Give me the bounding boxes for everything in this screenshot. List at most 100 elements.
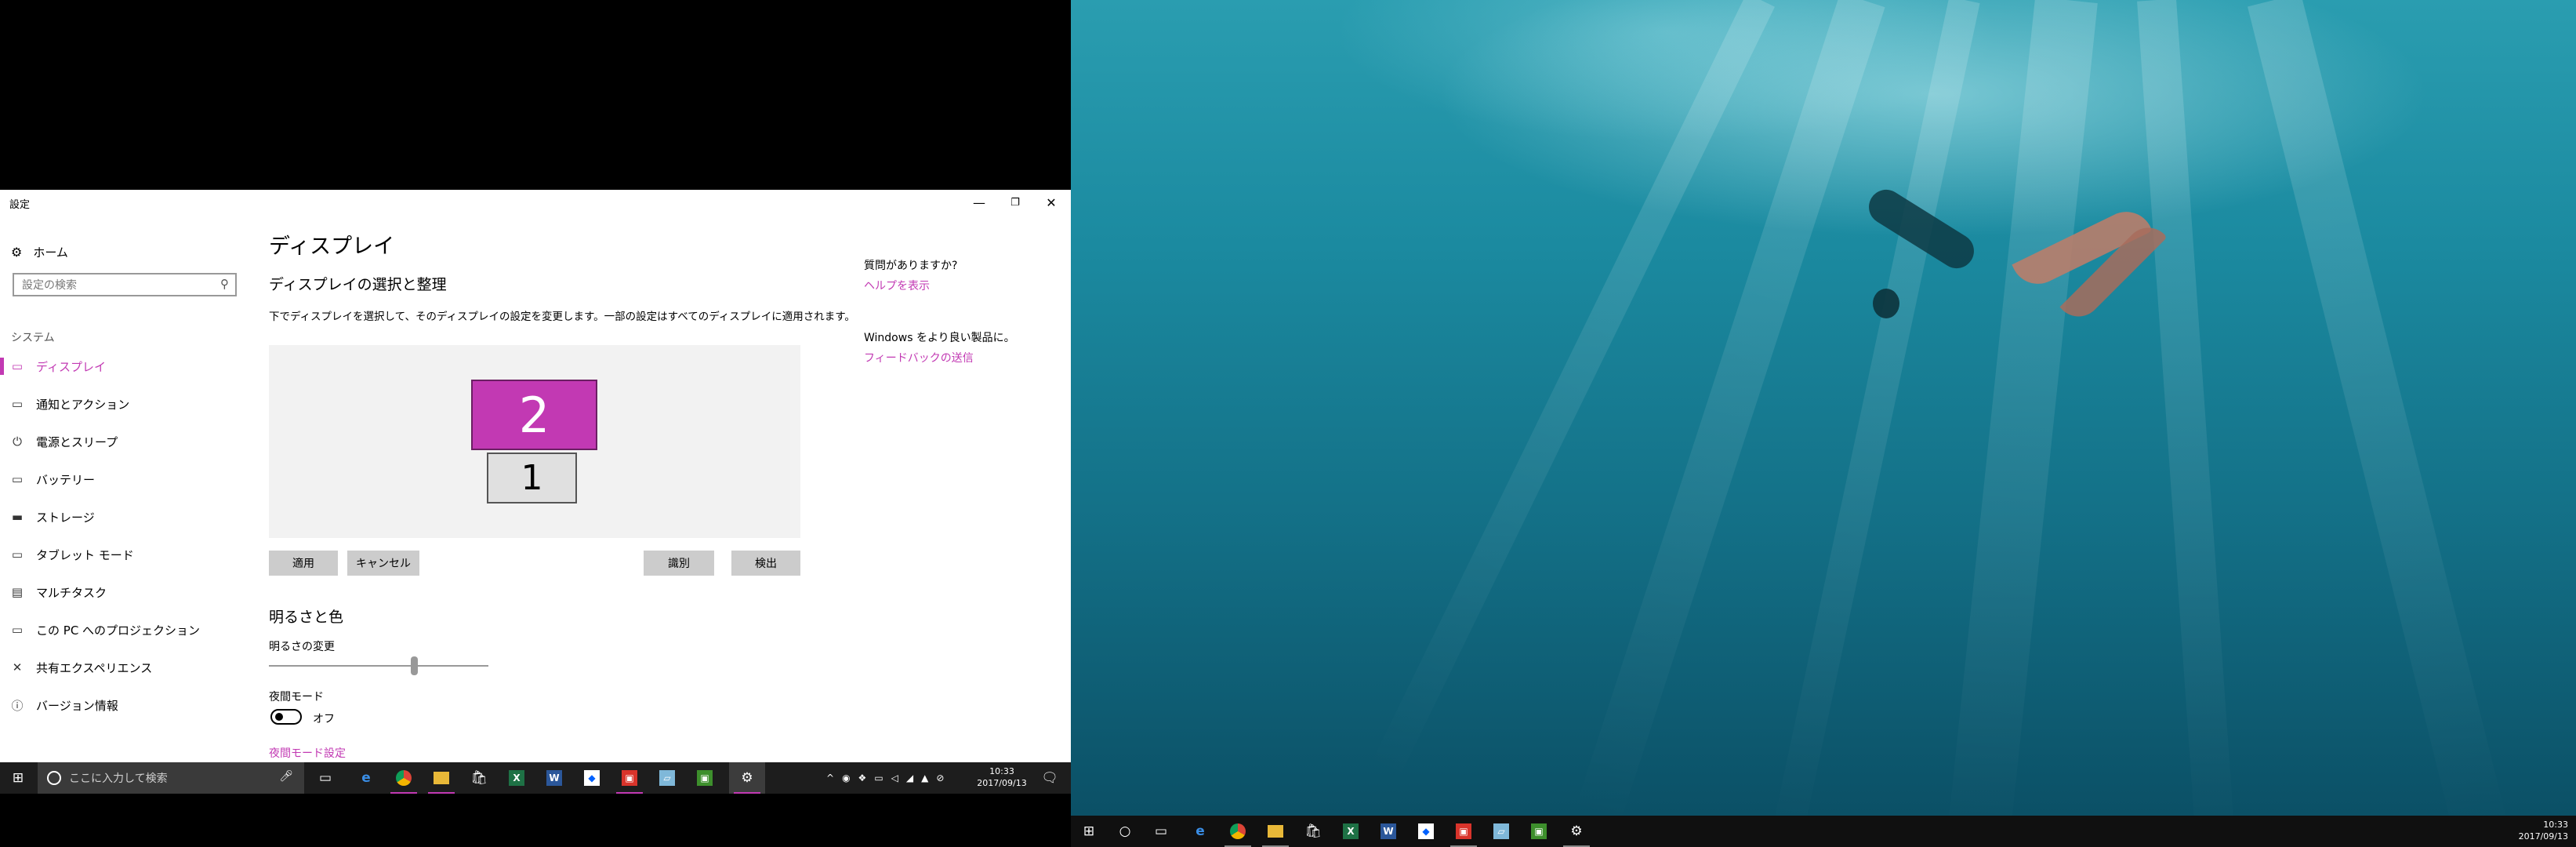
taskbar-excel-secondary[interactable]: X [1333,816,1369,847]
taskbar-file-explorer-secondary[interactable] [1257,816,1293,847]
sidebar-item-notifications[interactable]: ▭ 通知とアクション [0,391,259,417]
taskbar-app-paper-secondary[interactable]: ▱ [1483,816,1519,847]
tray-drive-icon[interactable]: ▲ [921,772,928,783]
sidebar-item-label: ディスプレイ [36,359,106,374]
monitor-1-number: 1 [521,458,543,498]
action-center-button[interactable]: 🗨︎ [1032,762,1068,794]
taskbar-secondary: ⊞ ○ ▭ e 🛍︎ X W ◆ ▣ ▱ ▣ ⚙ 10:33 2017/09/1… [1071,816,2576,847]
sidebar-item-label: マルチタスク [36,585,107,600]
word-icon: W [546,770,562,786]
sidebar-item-projection[interactable]: ▭ この PC へのプロジェクション [0,616,259,643]
sidebar-item-about[interactable]: ⓘ バージョン情報 [0,692,259,718]
chrome-icon [1230,823,1246,839]
tray-dropbox-icon[interactable]: ❖ [858,772,867,783]
sidebar-item-power[interactable]: ⏻ 電源とスリープ [0,428,259,455]
taskbar-settings-secondary[interactable]: ⚙ [1558,816,1595,847]
sidebar-item-battery[interactable]: ▭ バッテリー [0,466,259,493]
brightness-slider-track[interactable] [269,665,488,667]
clock-time: 10:33 [2543,820,2568,830]
tray-misc-icon[interactable]: ⊘ [936,772,944,783]
taskbar-primary: ⊞ ここに入力して検索 🎤︎ ▭ e 🛍︎ X W ◆ ▣ ▱ ▣ ⚙ ^ ◉ … [0,762,1071,794]
light-ray [2137,0,2237,847]
sidebar-item-display[interactable]: ▭ ディスプレイ [0,353,259,380]
taskbar-store-secondary[interactable]: 🛍︎ [1295,816,1331,847]
taskbar-settings[interactable]: ⚙ [729,762,765,794]
apply-button[interactable]: 適用 [269,551,338,576]
sidebar-item-tablet-mode[interactable]: ▭ タブレット モード [0,541,259,568]
dropbox-icon: ◆ [584,770,600,786]
clock-date: 2017/09/13 [2518,831,2568,842]
taskbar-word[interactable]: W [536,762,572,794]
start-button[interactable]: ⊞ [0,762,36,794]
monitor-1-tile[interactable]: 1 [487,453,577,503]
taskbar-file-explorer[interactable] [423,762,459,794]
home-button[interactable]: ⚙ ホーム [11,242,68,262]
action-center-icon: 🗨︎ [1041,770,1058,786]
sidebar-item-storage[interactable]: ▬ ストレージ [0,503,259,530]
taskbar-chrome[interactable] [386,762,422,794]
minimize-button[interactable]: — [961,190,997,215]
paper-icon: ▱ [1493,823,1509,839]
night-mode-settings-link[interactable]: 夜間モード設定 [269,745,346,761]
title-bar: 設定 — ❐ ✕ [0,190,1071,215]
folder-icon [434,772,449,784]
task-view-button[interactable]: ▭ [307,762,343,794]
microphone-icon: 🎤︎ [279,770,293,783]
task-view-icon: ▭ [318,770,332,786]
taskbar-clock-secondary[interactable]: 10:33 2017/09/13 [2519,819,2568,842]
brightness-slider-thumb[interactable] [411,656,418,675]
info-icon: ⓘ [11,698,24,713]
night-mode-state: オフ [313,713,335,725]
volume-icon[interactable]: ◁ [891,772,898,783]
settings-search-input[interactable]: 設定の検索 ⚲ [13,273,237,296]
taskbar-search-box[interactable]: ここに入力して検索 🎤︎ [38,762,304,794]
sidebar-item-multitask[interactable]: ▤ マルチタスク [0,579,259,605]
taskbar-dropbox-secondary[interactable]: ◆ [1408,816,1444,847]
running-indicator [734,792,760,794]
tray-record-icon[interactable]: ◉ [842,772,850,783]
home-label: ホーム [33,245,68,260]
battery-tray-icon[interactable]: ▭ [874,772,883,783]
sidebar-item-shared-experiences[interactable]: ✕ 共有エクスペリエンス [0,654,259,681]
taskbar-word-secondary[interactable]: W [1370,816,1406,847]
tray-expand-icon[interactable]: ^ [826,772,834,783]
settings-gear-icon: ⚙ [741,770,753,786]
monitor-icon: ▭ [11,359,24,373]
monitor-2-tile[interactable]: 2 [471,380,597,450]
task-view-button-secondary[interactable]: ▭ [1143,816,1179,847]
folder-icon [1268,825,1283,838]
taskbar-app-paper[interactable]: ▱ [649,762,685,794]
taskbar-app-red-secondary[interactable]: ▣ [1446,816,1482,847]
night-mode-label: 夜間モード [269,691,324,703]
taskbar-store[interactable]: 🛍︎ [461,762,497,794]
app-green-icon: ▣ [697,770,713,786]
taskbar-app-red[interactable]: ▣ [611,762,648,794]
start-button-secondary[interactable]: ⊞ [1071,816,1107,847]
cancel-button[interactable]: キャンセル [347,551,419,576]
arrange-heading: ディスプレイの選択と整理 [269,276,447,293]
night-mode-toggle[interactable] [270,709,302,725]
excel-icon: X [509,770,524,786]
taskbar-app-green[interactable]: ▣ [687,762,723,794]
taskbar-edge-secondary[interactable]: e [1182,816,1218,847]
detect-button[interactable]: 検出 [731,551,800,576]
cortana-button[interactable]: ○ [1107,816,1143,847]
taskbar-excel[interactable]: X [499,762,535,794]
taskbar-chrome-secondary[interactable] [1220,816,1256,847]
identify-button[interactable]: 識別 [644,551,714,576]
settings-window: 設定 — ❐ ✕ ⚙ ホーム 設定の検索 ⚲ システム ▭ ディスプレイ ▭ 通… [0,190,1071,762]
taskbar-app-green-secondary[interactable]: ▣ [1521,816,1557,847]
feedback-link[interactable]: フィードバックの送信 [864,350,974,365]
help-link[interactable]: ヘルプを表示 [864,278,930,293]
edge-icon: e [361,770,371,786]
projection-icon: ▭ [11,623,24,637]
tablet-icon: ▭ [11,547,24,562]
restore-button[interactable]: ❐ [997,190,1033,215]
monitor-arrangement-area[interactable]: 2 1 [269,345,800,538]
brightness-section-heading: 明るさと色 [269,609,344,626]
close-button[interactable]: ✕ [1033,190,1069,215]
taskbar-dropbox[interactable]: ◆ [574,762,610,794]
taskbar-clock[interactable]: 10:33 2017/09/13 [971,765,1033,789]
network-icon[interactable]: ◢ [906,772,913,783]
taskbar-edge[interactable]: e [348,762,384,794]
